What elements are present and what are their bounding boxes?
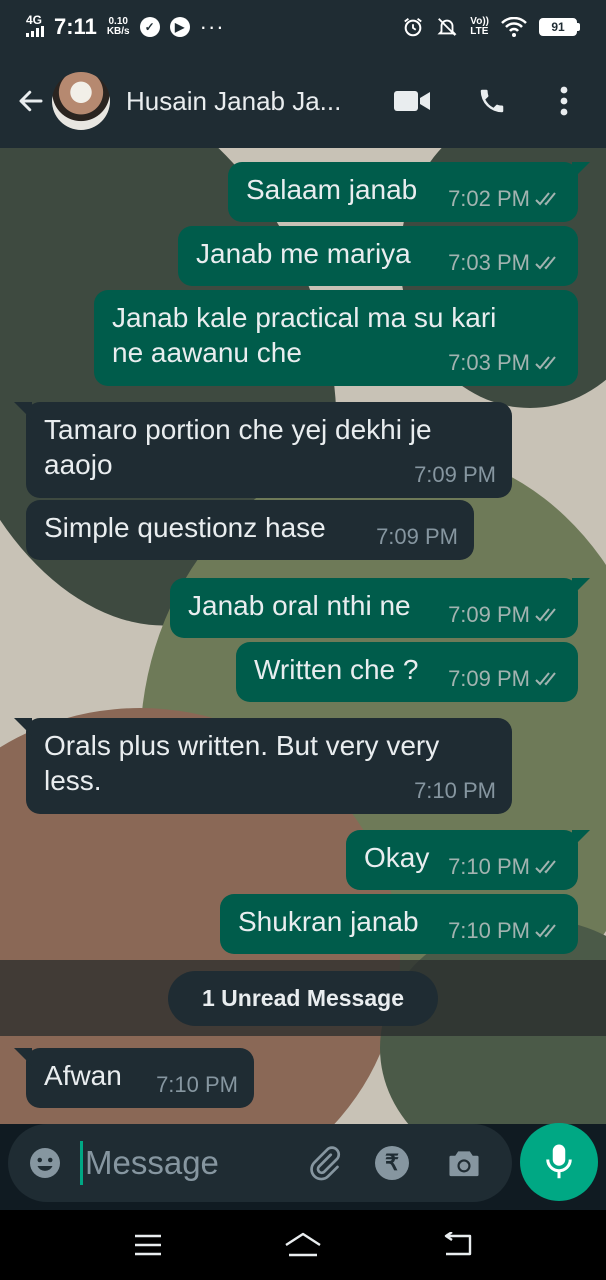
signal-indicator: 4G xyxy=(26,13,44,39)
battery-indicator: 91 xyxy=(539,18,580,36)
message-time: 7:10 PM xyxy=(448,854,530,879)
more-notifications-icon: ··· xyxy=(199,14,225,39)
double-check-icon xyxy=(535,355,556,369)
camera-icon xyxy=(449,1151,479,1177)
text-cursor xyxy=(80,1141,83,1185)
network-speed: 0.10 KB/s xyxy=(107,17,130,37)
message-time: 7:09 PM xyxy=(448,602,530,627)
menu-icon xyxy=(134,1234,161,1256)
recent-apps-button[interactable] xyxy=(118,1220,178,1270)
microphone-icon xyxy=(546,1144,572,1179)
arrow-left-icon xyxy=(19,90,43,112)
lte-label: LTE xyxy=(470,26,489,37)
wifi-icon xyxy=(501,17,527,37)
status-bar: 4G 7:11 0.10 KB/s ✓ ▶ ··· Vo)) LTE 91 xyxy=(0,0,606,54)
message-time: 7:09 PM xyxy=(376,524,458,549)
unread-count-label: 1 Unread Message xyxy=(168,970,438,1026)
contact-name[interactable]: Husain Janab Ja... xyxy=(126,86,378,117)
message-time: 7:10 PM xyxy=(156,1072,238,1097)
network-speed-unit: KB/s xyxy=(106,26,130,37)
attach-button[interactable] xyxy=(299,1138,349,1188)
chat-area[interactable]: Salaam janab 7:02 PM Janab me mariya 7:0… xyxy=(0,148,606,1124)
message-text: Written che ? xyxy=(254,654,419,685)
message-text: Shukran janab xyxy=(238,906,419,937)
home-button[interactable] xyxy=(273,1220,333,1270)
message-text-line: less. xyxy=(44,765,102,796)
more-vertical-icon xyxy=(560,86,568,116)
message-text: Simple questionz hase xyxy=(44,512,326,543)
message-text: Janab oral nthi ne xyxy=(188,590,411,621)
double-check-icon xyxy=(535,671,556,685)
double-check-icon xyxy=(535,923,556,937)
network-type: 4G xyxy=(26,13,43,27)
double-check-icon xyxy=(535,859,556,873)
youtube-notification-icon: ▶ xyxy=(169,17,190,37)
message-text-line: Tamaro portion che yej dekhi je xyxy=(44,414,432,445)
message-bubble-outgoing[interactable]: Janab me mariya 7:03 PM xyxy=(178,226,578,286)
message-text-line: ne aawanu che xyxy=(112,337,302,368)
message-time: 7:10 PM xyxy=(448,918,530,943)
battery-level: 91 xyxy=(539,18,577,36)
phone-icon xyxy=(480,89,504,113)
double-check-icon xyxy=(535,607,556,621)
system-navigation-bar xyxy=(0,1210,606,1280)
voice-message-button[interactable] xyxy=(520,1123,598,1201)
mute-notifications-icon xyxy=(437,18,457,36)
alarm-icon xyxy=(404,18,423,37)
message-time: 7:10 PM xyxy=(414,778,496,803)
message-bubble-incoming[interactable]: Tamaro portion che yej dekhi je aaojo 7:… xyxy=(14,402,512,498)
message-text-line: Janab kale practical ma su kari xyxy=(112,302,497,333)
video-camera-icon xyxy=(394,91,430,111)
overflow-menu-button[interactable] xyxy=(536,73,592,129)
notification-check-icon: ✓ xyxy=(139,17,160,37)
message-time: 7:09 PM xyxy=(414,462,496,487)
message-input[interactable] xyxy=(85,1144,285,1182)
message-bubble-incoming[interactable]: Orals plus written. But very very less. … xyxy=(14,718,512,814)
volte-indicator: Vo)) LTE xyxy=(470,17,489,37)
message-text: Janab me mariya xyxy=(196,238,411,269)
camera-button[interactable] xyxy=(439,1138,489,1188)
message-composer: ₹ xyxy=(8,1124,512,1202)
paperclip-icon xyxy=(310,1146,341,1181)
payment-button[interactable]: ₹ xyxy=(367,1138,417,1188)
unread-divider: 1 Unread Message xyxy=(0,960,606,1036)
message-text: Salaam janab xyxy=(246,174,418,205)
emoji-button[interactable] xyxy=(20,1138,70,1188)
back-button[interactable] xyxy=(6,76,56,126)
message-text-line: Orals plus written. But very very xyxy=(44,730,440,761)
contact-avatar[interactable] xyxy=(52,72,110,130)
message-text: Afwan xyxy=(44,1060,122,1091)
chat-header: Husain Janab Ja... xyxy=(0,54,606,148)
message-text: Okay xyxy=(364,842,430,873)
message-bubble-incoming[interactable]: Simple questionz hase 7:09 PM xyxy=(26,500,474,560)
message-bubble-outgoing[interactable]: Okay 7:10 PM xyxy=(346,830,590,890)
signal-bars-icon xyxy=(26,26,44,37)
message-time: 7:02 PM xyxy=(448,186,530,211)
message-bubble-outgoing[interactable]: Janab oral nthi ne 7:09 PM xyxy=(170,578,590,638)
message-bubble-outgoing[interactable]: Shukran janab 7:10 PM xyxy=(220,894,578,954)
voice-call-button[interactable] xyxy=(464,73,520,129)
rupee-icon: ₹ xyxy=(375,1146,409,1180)
home-icon xyxy=(285,1232,321,1257)
message-bubble-outgoing[interactable]: Janab kale practical ma su kari ne aawan… xyxy=(94,290,578,386)
back-nav-icon xyxy=(445,1232,472,1256)
message-time: 7:03 PM xyxy=(448,350,530,375)
back-nav-button[interactable] xyxy=(428,1220,488,1270)
message-bubble-outgoing[interactable]: Salaam janab 7:02 PM xyxy=(228,162,590,222)
message-text-line: aaojo xyxy=(44,449,113,480)
video-call-button[interactable] xyxy=(384,73,440,129)
message-bubble-outgoing[interactable]: Written che ? 7:09 PM xyxy=(236,642,578,702)
smiley-icon xyxy=(30,1148,60,1178)
message-bubble-incoming[interactable]: Afwan 7:10 PM xyxy=(14,1048,254,1108)
message-time: 7:09 PM xyxy=(448,666,530,691)
double-check-icon xyxy=(535,191,556,205)
message-time: 7:03 PM xyxy=(448,250,530,275)
double-check-icon xyxy=(535,255,556,269)
status-time: 7:11 xyxy=(54,14,97,39)
